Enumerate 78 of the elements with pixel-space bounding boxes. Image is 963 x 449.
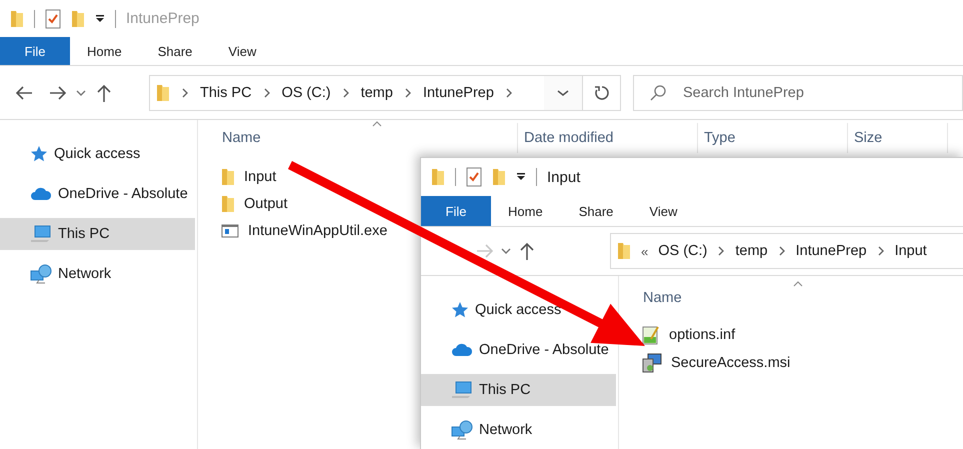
- computer-icon: [30, 225, 52, 243]
- folder-icon: [221, 168, 235, 186]
- chevron-down-icon[interactable]: [501, 247, 511, 255]
- folder-icon: [156, 84, 170, 102]
- column-header[interactable]: Size: [848, 123, 948, 153]
- breadcrumb[interactable]: temp: [360, 84, 393, 100]
- computer-icon: [451, 381, 473, 399]
- file-item[interactable]: IntuneWinAppUtil.exe: [221, 217, 392, 244]
- column-header[interactable]: Name: [619, 283, 939, 313]
- properties-icon[interactable]: [45, 8, 61, 28]
- breadcrumb[interactable]: IntunePrep: [422, 84, 494, 100]
- chevron-right-icon[interactable]: [778, 245, 786, 257]
- sidebar-item[interactable]: Network: [30, 266, 112, 282]
- address-bar[interactable]: This PC OS (C:) temp IntunePrep: [149, 74, 621, 110]
- file-item[interactable]: options.inf: [642, 321, 740, 349]
- customize-caret-icon[interactable]: [516, 172, 526, 182]
- column-header[interactable]: Date modified: [518, 123, 698, 153]
- sidebar-item[interactable]: OneDrive - Absolute: [30, 186, 188, 202]
- ribbon-tab[interactable]: View: [632, 196, 696, 226]
- breadcrumb[interactable]: Input: [894, 243, 927, 259]
- ribbon-tab[interactable]: Share: [140, 37, 212, 65]
- ribbon-tab[interactable]: Home: [70, 37, 141, 65]
- window-title: IntunePrep: [126, 10, 200, 27]
- sort-caret-icon: [793, 281, 803, 287]
- cloud-icon: [30, 186, 52, 202]
- breadcrumb[interactable]: This PC: [200, 84, 252, 100]
- properties-icon[interactable]: [466, 167, 482, 187]
- file-item[interactable]: Input: [221, 163, 280, 190]
- cloud-icon: [451, 342, 473, 358]
- address-bar[interactable]: « OS (C:) temp IntunePrep Input: [610, 233, 963, 269]
- breadcrumb[interactable]: OS (C:): [658, 243, 708, 259]
- application-window-icon: [221, 222, 239, 238]
- sort-caret-icon: [372, 121, 382, 127]
- file-item[interactable]: Output: [221, 190, 292, 217]
- sidebar-item[interactable]: OneDrive - Absolute: [451, 342, 609, 358]
- settings-file-icon: [642, 325, 660, 345]
- forward-arrow-icon[interactable]: [48, 84, 68, 100]
- star-icon: [451, 301, 469, 319]
- ribbon-tab[interactable]: Home: [491, 196, 562, 226]
- chevron-right-icon[interactable]: [717, 245, 726, 257]
- network-icon: [451, 420, 473, 440]
- star-icon: [30, 145, 48, 163]
- file-tab[interactable]: File: [421, 196, 491, 226]
- chevron-down-icon[interactable]: [76, 88, 86, 96]
- chevron-down-icon: [557, 88, 569, 96]
- folder-icon: [617, 242, 631, 260]
- chevron-right-icon[interactable]: [404, 86, 412, 98]
- up-arrow-icon[interactable]: [519, 241, 535, 261]
- overflow-marker[interactable]: «: [641, 244, 648, 258]
- sidebar-item[interactable]: Quick access: [451, 302, 562, 318]
- chevron-right-icon[interactable]: [262, 86, 271, 98]
- search-icon: [649, 84, 667, 102]
- chevron-right-icon[interactable]: [876, 245, 885, 257]
- customize-caret-icon[interactable]: [95, 14, 105, 24]
- sidebar-item[interactable]: Network: [451, 422, 532, 438]
- column-header[interactable]: Type: [698, 123, 848, 153]
- file-tab[interactable]: File: [0, 37, 70, 65]
- breadcrumb[interactable]: OS (C:): [282, 84, 331, 100]
- network-icon: [30, 264, 52, 284]
- folder-icon: [221, 194, 235, 212]
- breadcrumb[interactable]: temp: [735, 243, 768, 259]
- sidebar-item[interactable]: This PC: [421, 374, 616, 406]
- chevron-right-icon[interactable]: [181, 86, 189, 98]
- breadcrumb[interactable]: IntunePrep: [796, 243, 867, 259]
- sidebar-item[interactable]: Quick access: [30, 146, 140, 162]
- installer-icon: [642, 353, 662, 373]
- ribbon-tab[interactable]: View: [211, 37, 276, 65]
- up-arrow-icon[interactable]: [96, 82, 112, 102]
- ribbon-tab[interactable]: Share: [562, 196, 632, 226]
- chevron-right-icon[interactable]: [504, 86, 513, 98]
- column-header[interactable]: Name: [198, 123, 518, 153]
- back-arrow-icon[interactable]: [14, 84, 34, 100]
- refresh-icon: [594, 84, 610, 100]
- window-title: Input: [547, 168, 580, 186]
- file-item[interactable]: SecureAccess.msi: [642, 349, 794, 377]
- chevron-right-icon[interactable]: [342, 86, 350, 98]
- sidebar-item[interactable]: This PC: [0, 218, 195, 250]
- search-field[interactable]: Search IntunePrep: [633, 74, 963, 110]
